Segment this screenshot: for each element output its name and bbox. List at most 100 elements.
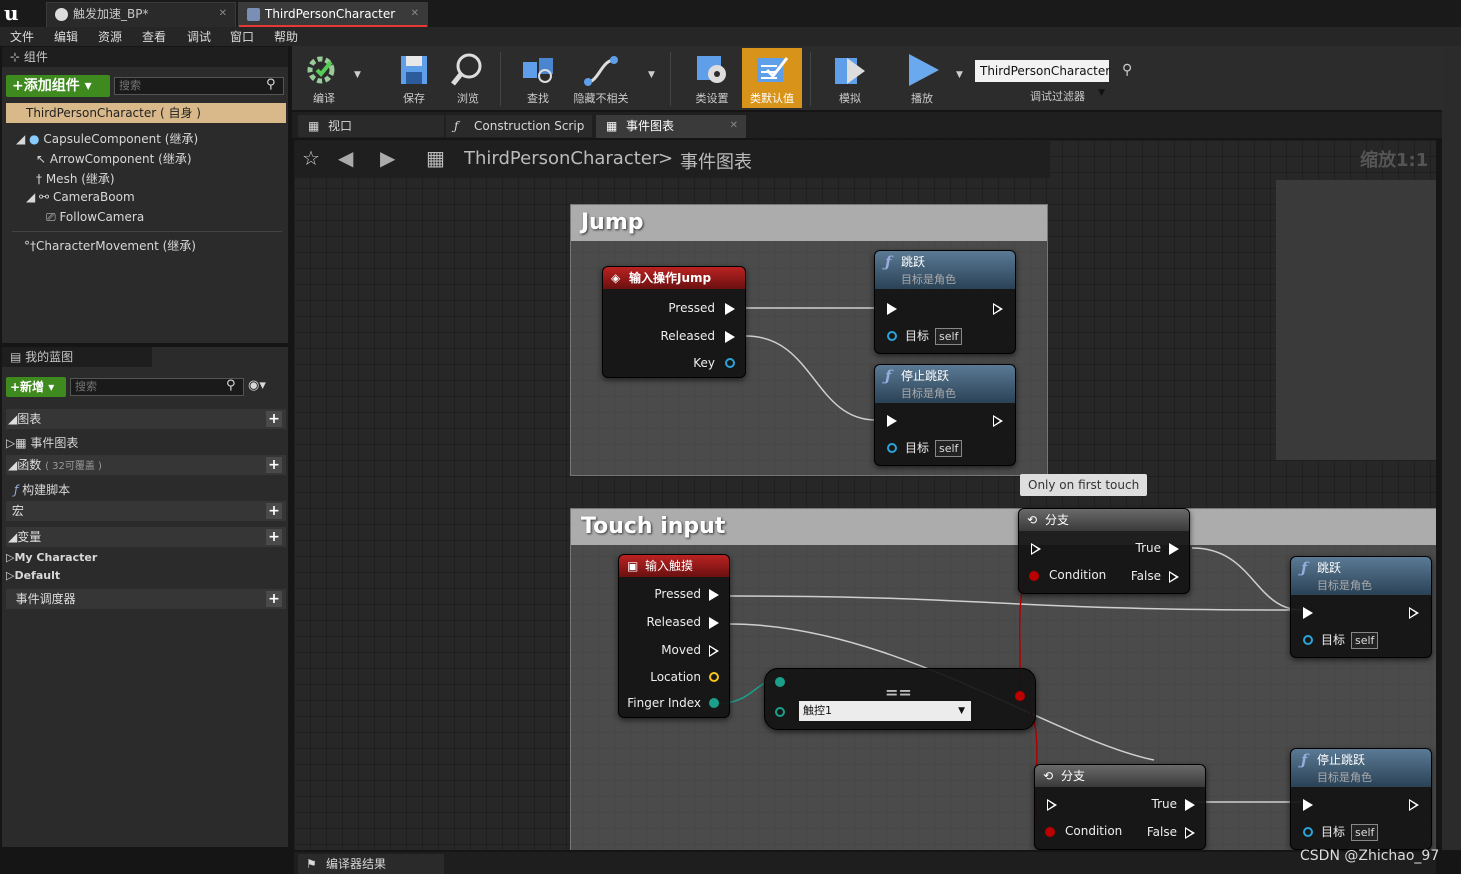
close-icon[interactable]: ✕ [730,115,738,137]
exec-out-pin-true[interactable] [1169,543,1179,555]
doc-tab-trigger-bp[interactable]: 触发加速_BP* ✕ [46,2,236,27]
component-root-row[interactable]: ThirdPersonCharacter ( 自身 ) [6,103,286,123]
add-variable-button[interactable]: + [266,529,282,545]
condition-pin[interactable] [1029,571,1039,581]
node-stop-jumping-2[interactable]: ƒ 停止跳跃 目标是角色 目标 self [1290,748,1432,850]
tree-item-charmovement[interactable]: °†CharacterMovement (继承) [24,237,196,254]
node-jump-1[interactable]: ƒ 跳跃 目标是角色 目标 self [874,250,1016,354]
menu-view[interactable]: 查看 [142,28,166,45]
exec-out-pin[interactable] [1409,799,1419,811]
exec-out-pin[interactable] [1409,607,1419,619]
tab-event-graph[interactable]: ▦ 事件图表 ✕ [596,115,746,138]
exec-in-pin[interactable] [887,415,897,427]
node-jump-2[interactable]: ƒ 跳跃 目标是角色 目标 self [1290,556,1432,658]
breadcrumb-root[interactable]: ThirdPersonCharacter [464,148,659,169]
section-dispatchers[interactable]: 事件调度器 + [6,589,286,609]
tab-construction-script[interactable]: ƒ Construction Scrip [446,115,592,137]
tree-item-mesh[interactable]: † Mesh (继承) [36,170,115,187]
category-default[interactable]: ▷Default [6,569,60,582]
save-button[interactable]: 保存 [384,48,444,108]
target-pin[interactable] [1303,827,1313,837]
menu-asset[interactable]: 资源 [98,28,122,45]
menu-file[interactable]: 文件 [10,28,34,45]
target-pin[interactable] [1303,635,1313,645]
section-functions[interactable]: ◢函数 ( 32可覆盖 ) + [6,455,286,475]
menu-help[interactable]: 帮助 [274,28,298,45]
tree-item-cameraboom[interactable]: ◢ ⚯ CameraBoom [26,190,135,204]
section-macros[interactable]: 宏 + [6,501,286,521]
section-graphs[interactable]: ◢图表 + [6,409,286,429]
tab-compiler-results[interactable]: ⚑ 编译器结果 [298,854,444,874]
class-settings-button[interactable]: 类设置 [682,48,742,108]
tab-viewport[interactable]: ▦ 视口 [298,115,444,137]
exec-out-pin[interactable] [993,415,1003,427]
add-macro-button[interactable]: + [266,503,282,519]
exec-in-pin[interactable] [1303,607,1313,619]
add-graph-button[interactable]: + [266,411,282,427]
exec-in-pin[interactable] [1303,799,1313,811]
target-pin[interactable] [887,443,897,453]
compile-button[interactable]: 编译 [294,48,354,108]
forward-arrow-icon[interactable]: ▶ [380,146,395,170]
node-input-touch[interactable]: ▣ 输入触摸 Pressed Released Moved Location Fi… [618,554,730,718]
target-pin[interactable] [887,331,897,341]
event-graph-canvas[interactable]: Jump Touch input ◈ 输入操作Jump Pressed Relea… [294,140,1436,850]
node-branch-2[interactable]: ⟲ 分支 True Condition False [1034,764,1206,850]
exec-out-pin[interactable] [725,331,735,343]
new-button[interactable]: +新增 ▾ [6,377,66,397]
category-my-character[interactable]: ▷My Character [6,551,97,564]
browse-button[interactable]: 浏览 [438,48,498,108]
hide-unrelated-button[interactable]: 隐藏不相关 [568,48,634,108]
add-component-button[interactable]: +添加组件 ▾ [6,75,110,97]
node-branch-1[interactable]: ⟲ 分支 True Condition False [1018,508,1190,594]
star-icon[interactable]: ☆ [302,146,320,170]
play-button[interactable]: 播放 [892,48,952,108]
close-icon[interactable]: ✕ [219,3,227,25]
close-icon[interactable]: ✕ [411,3,419,25]
exec-out-pin-false[interactable] [1185,827,1195,839]
condition-pin[interactable] [1045,827,1055,837]
finger-index-pin[interactable] [709,698,719,708]
menu-edit[interactable]: 编辑 [54,28,78,45]
item-construction-script[interactable]: ƒ 构建脚本 [14,481,70,498]
eye-icon[interactable]: ◉▾ [248,378,266,393]
doc-tab-third-person[interactable]: ThirdPersonCharacter ✕ [238,2,428,27]
finger-select[interactable]: 触控1 ▼ [799,701,971,721]
exec-out-pin[interactable] [725,303,735,315]
node-stop-jumping-1[interactable]: ƒ 停止跳跃 目标是角色 目标 self [874,364,1016,466]
debug-object-select[interactable]: ThirdPersonCharacter ▼ [975,60,1110,98]
equal-input-a-pin[interactable] [775,677,785,687]
components-search-input[interactable] [114,77,284,95]
tree-item-followcamera[interactable]: ⎚ FollowCamera [46,210,144,225]
equal-output-pin[interactable] [1015,691,1025,701]
find-button[interactable]: 查找 [508,48,568,108]
add-dispatcher-button[interactable]: + [266,591,282,607]
exec-out-pin[interactable] [993,303,1003,315]
back-arrow-icon[interactable]: ◀ [338,146,353,170]
blueprint-search-input[interactable] [70,378,244,396]
chevron-down-icon[interactable]: ▼ [956,70,963,80]
item-event-graph[interactable]: ▷▦ 事件图表 [6,434,78,451]
section-variables[interactable]: ◢变量 + [6,527,286,547]
exec-in-pin[interactable] [1031,543,1041,555]
exec-out-pin-false[interactable] [1169,571,1179,583]
key-pin[interactable] [725,358,735,368]
exec-out-pin[interactable] [709,645,719,657]
node-input-action-jump[interactable]: ◈ 输入操作Jump Pressed Released Key [602,266,746,378]
node-equal[interactable]: == 触控1 ▼ [764,668,1036,730]
comment-bubble[interactable]: Only on first touch [1020,474,1148,496]
exec-in-pin[interactable] [1047,799,1057,811]
menu-debug[interactable]: 调试 [187,28,211,45]
exec-out-pin-true[interactable] [1185,799,1195,811]
exec-in-pin[interactable] [887,303,897,315]
menu-window[interactable]: 窗口 [230,28,254,45]
equal-input-b-pin[interactable] [775,707,785,717]
simulate-button[interactable]: 模拟 [820,48,880,108]
class-defaults-button[interactable]: 类默认值 [742,48,802,108]
exec-out-pin[interactable] [709,617,719,629]
chevron-down-icon[interactable]: ▼ [354,70,361,80]
exec-out-pin[interactable] [709,589,719,601]
location-pin[interactable] [709,672,719,682]
tree-item-capsule[interactable]: ◢ ● CapsuleComponent (继承) [16,130,198,147]
chevron-down-icon[interactable]: ▼ [648,70,655,80]
